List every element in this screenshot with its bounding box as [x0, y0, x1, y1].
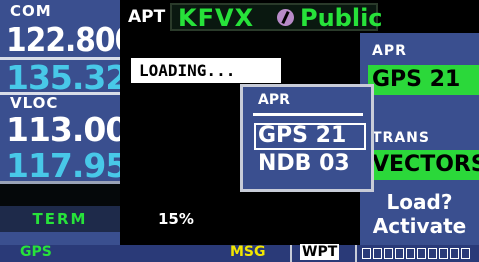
progress-percent: 15%: [158, 210, 194, 228]
segment: [384, 248, 393, 259]
apr-field[interactable]: GPS 21: [368, 65, 479, 95]
load-activate-prompt[interactable]: Load? Activate: [360, 190, 479, 238]
term-annunciator: TERM: [0, 206, 120, 232]
segment: [461, 248, 470, 259]
apt-type: Public: [300, 4, 383, 32]
segment: [439, 248, 448, 259]
divider: [355, 245, 357, 262]
segment: [373, 248, 382, 259]
apr-label: APR: [372, 43, 407, 59]
loading-label: LOADING...: [131, 58, 281, 83]
vloc-active-frequency[interactable]: 113.00: [6, 110, 128, 149]
segment: [450, 248, 459, 259]
divider: [290, 245, 292, 262]
popup-option-ndb03[interactable]: NDB 03: [258, 151, 350, 176]
segment: [417, 248, 426, 259]
segment: [406, 248, 415, 259]
apt-identifier[interactable]: KFVX: [178, 4, 254, 32]
vloc-standby-frequency[interactable]: 117.95: [6, 146, 128, 185]
com-active-frequency[interactable]: 122.800: [6, 20, 135, 59]
load-label: Load?: [386, 190, 453, 214]
wpt-annunciator: WPT: [300, 244, 340, 260]
com-label: COM: [10, 2, 52, 20]
popup-option-gps21[interactable]: GPS 21: [258, 123, 346, 148]
msg-annunciator: MSG: [230, 244, 266, 260]
segment: [362, 248, 371, 259]
segment-indicator: [362, 248, 479, 259]
popup-title: APR: [258, 92, 290, 108]
apt-label: APT: [128, 7, 166, 27]
segment: [395, 248, 404, 259]
trans-label: TRANS: [372, 130, 430, 146]
popup-divider: [253, 113, 363, 116]
airport-icon: [277, 9, 294, 26]
gps-annunciator: GPS: [20, 244, 52, 260]
activate-label: Activate: [372, 214, 467, 238]
trans-field[interactable]: VECTORS: [368, 150, 479, 180]
segment: [428, 248, 437, 259]
cdi-slot: [0, 181, 120, 206]
